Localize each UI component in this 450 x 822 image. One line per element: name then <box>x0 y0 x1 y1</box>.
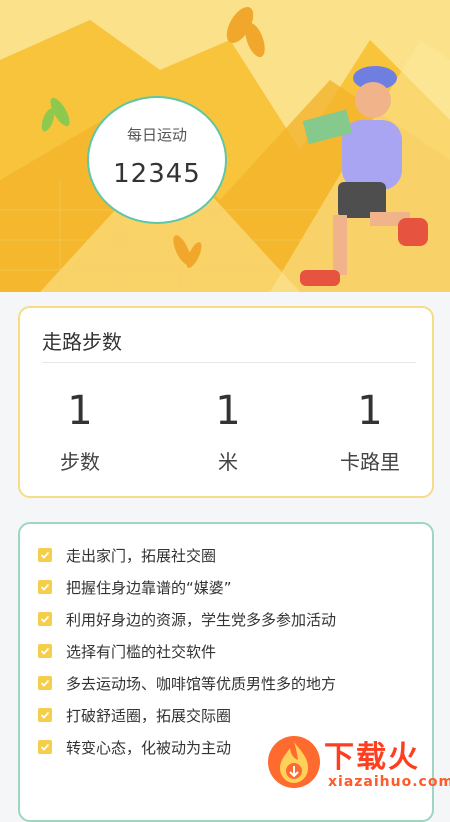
tip-text: 选择有门槛的社交软件 <box>66 642 217 661</box>
check-icon <box>38 740 52 754</box>
check-icon <box>38 612 52 626</box>
stat-meters-label: 米 <box>218 450 238 474</box>
list-item: 把握住身边靠谱的“媒婆” <box>38 576 232 598</box>
list-item: 打破舒适圈，拓展交际圈 <box>38 704 231 726</box>
check-icon <box>38 548 52 562</box>
daily-exercise-title: 每日运动 <box>126 126 187 144</box>
tip-text: 把握住身边靠谱的“媒婆” <box>66 578 232 597</box>
flame-logo-icon <box>268 736 320 788</box>
tip-text: 打破舒适圈，拓展交际圈 <box>66 706 232 725</box>
stat-meters-value: 1 <box>215 388 241 434</box>
stat-calories: 1 卡路里 <box>310 388 430 475</box>
check-icon <box>38 708 52 722</box>
list-item: 多去运动场、咖啡馆等优质男性多的地方 <box>38 672 336 694</box>
walk-steps-title: 走路步数 <box>42 330 122 354</box>
stat-calories-label: 卡路里 <box>340 450 400 474</box>
watermark-domain: xiazaihuo.com <box>328 774 450 790</box>
tip-text: 转变心态，化被动为主动 <box>66 738 232 757</box>
daily-exercise-circle: 每日运动 12345 <box>87 96 227 224</box>
stat-calories-value: 1 <box>357 388 383 434</box>
watermark-brand: 下载火 <box>324 740 420 775</box>
stat-steps: 1 步数 <box>20 388 140 475</box>
stat-meters: 1 米 <box>168 388 288 475</box>
list-item: 走出家门，拓展社交圈 <box>38 544 216 566</box>
check-icon <box>38 676 52 690</box>
check-icon <box>38 580 52 594</box>
list-item: 利用好身边的资源，学生党多多参加活动 <box>38 608 336 630</box>
hero-banner: 每日运动 12345 <box>0 0 450 292</box>
tip-text: 走出家门，拓展社交圈 <box>66 546 217 565</box>
stat-steps-value: 1 <box>67 388 93 434</box>
tip-text: 利用好身边的资源，学生党多多参加活动 <box>66 610 337 629</box>
list-item: 选择有门槛的社交软件 <box>38 640 216 662</box>
stat-steps-label: 步数 <box>60 450 100 474</box>
walk-steps-card: 走路步数 1 步数 1 米 1 卡路里 <box>18 306 434 498</box>
list-item: 转变心态，化被动为主动 <box>38 736 231 758</box>
watermark: 下载火 xiazaihuo.com <box>268 730 450 800</box>
daily-exercise-value: 12345 <box>113 159 201 189</box>
tip-text: 多去运动场、咖啡馆等优质男性多的地方 <box>66 674 337 693</box>
check-icon <box>38 644 52 658</box>
divider <box>42 362 416 363</box>
